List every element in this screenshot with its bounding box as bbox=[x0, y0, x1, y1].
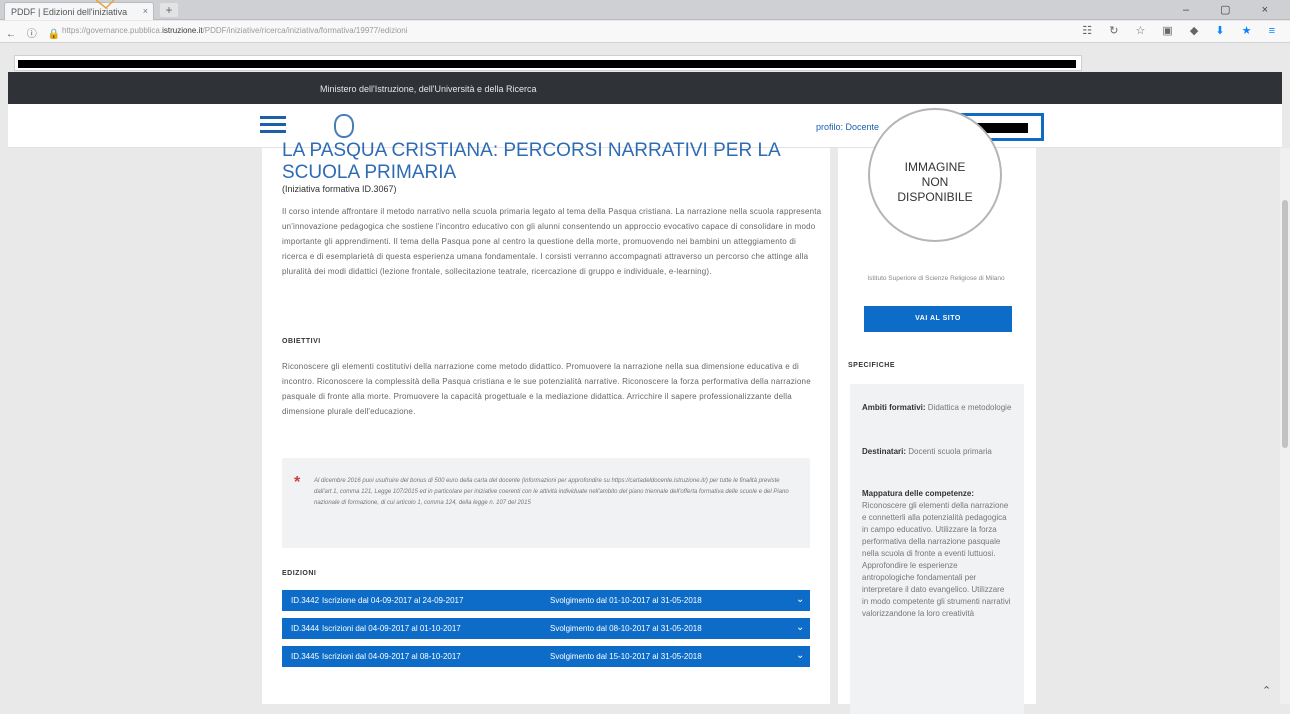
toolbar-icons-accent[interactable]: ⬇ ★ ≡ bbox=[1215, 25, 1282, 37]
spec-value: Didattica e metodologie bbox=[927, 403, 1012, 412]
ministry-header: Ministero dell'Istruzione, dell'Universi… bbox=[8, 72, 1282, 104]
window-controls[interactable]: – ▢ × bbox=[1183, 3, 1282, 16]
sidebar: IMMAGINE NON DISPONIBILE Istituto Superi… bbox=[838, 108, 1036, 714]
image-placeholder-line: NON bbox=[921, 175, 949, 189]
edition-row[interactable]: ID.3444 Iscrizioni dal 04-09-2017 al 01-… bbox=[282, 618, 810, 639]
institute-name: Istituto Superiore di Scienze Religiose … bbox=[867, 275, 1005, 282]
editions-heading: EDIZIONI bbox=[282, 570, 317, 577]
redaction-block bbox=[18, 60, 1076, 68]
edition-row[interactable]: ID.3445 Iscrizioni dal 04-09-2017 al 08-… bbox=[282, 646, 810, 667]
bonus-note-text: Al dicembre 2016 puoi usufruire del bonu… bbox=[314, 478, 789, 506]
edition-registration: Iscrizioni dal 04-09-2017 al 01-10-2017 bbox=[322, 624, 461, 633]
spec-label: Mappatura delle competenze: bbox=[862, 489, 975, 498]
objectives-heading: OBIETTIVI bbox=[282, 338, 321, 345]
edition-id: ID.3442 bbox=[291, 596, 320, 605]
spec-label: Ambiti formativi: bbox=[862, 403, 926, 412]
spec-value: Docenti scuola primaria bbox=[908, 447, 992, 456]
browser-tab[interactable]: PDDF | Edizioni dell'iniziativa × bbox=[4, 2, 154, 20]
toolbar-icons[interactable]: ☷ ↻ ☆ ▣ ◆ bbox=[1082, 25, 1205, 37]
chevron-down-icon[interactable]: ⌄ bbox=[796, 594, 804, 605]
edition-id: ID.3445 bbox=[291, 652, 320, 661]
redacted-bar bbox=[14, 55, 1082, 71]
back-to-top-icon[interactable]: ⌃ bbox=[1262, 684, 1271, 697]
spec-value: Riconoscere gli elementi della narrazion… bbox=[862, 501, 1011, 618]
new-tab-button[interactable]: + bbox=[160, 3, 178, 17]
chevron-down-icon[interactable]: ⌄ bbox=[796, 650, 804, 661]
course-content: LA PASQUA CRISTIANA: PERCORSI NARRATIVI … bbox=[262, 140, 830, 704]
edition-registration: Iscrizioni dal 04-09-2017 al 08-10-2017 bbox=[322, 652, 461, 661]
image-placeholder-line: IMMAGINE bbox=[904, 160, 966, 174]
profile-label[interactable]: profilo: Docente bbox=[816, 122, 879, 132]
chevron-down-icon[interactable]: ⌄ bbox=[796, 622, 804, 633]
browser-tab-bar: PDDF | Edizioni dell'iniziativa × + – ▢ … bbox=[0, 0, 1290, 20]
pointer-annotation-icon bbox=[96, 0, 115, 10]
edition-schedule: Svolgimento dal 08-10-2017 al 31-05-2018 bbox=[550, 624, 702, 633]
edition-row[interactable]: ID.3442 Iscrizione dal 04-09-2017 al 24-… bbox=[282, 590, 810, 611]
url-prefix: https://governance.pubblica. bbox=[62, 26, 163, 35]
address-bar[interactable]: https://governance.pubblica.istruzione.i… bbox=[62, 26, 408, 35]
nav-buttons[interactable]: ← ⓘ 🔒 bbox=[6, 25, 64, 40]
specs-heading: SPECIFICHE bbox=[848, 362, 896, 369]
edition-schedule: Svolgimento dal 15-10-2017 al 31-05-2018 bbox=[550, 652, 702, 661]
spec-destinatari: Destinatari: Docenti scuola primaria bbox=[862, 446, 1012, 458]
browser-toolbar-icons[interactable]: ☷ ↻ ☆ ▣ ◆ ⬇ ★ ≡ bbox=[1082, 24, 1282, 37]
bonus-note: * Al dicembre 2016 puoi usufruire del bo… bbox=[282, 458, 810, 548]
republic-emblem-icon[interactable] bbox=[334, 114, 354, 138]
spec-mappatura: Mappatura delle competenze: Riconoscere … bbox=[862, 488, 1012, 620]
asterisk-icon: * bbox=[294, 474, 301, 491]
page-gutter bbox=[8, 148, 262, 704]
spec-ambiti: Ambiti formativi: Didattica e metodologi… bbox=[862, 402, 1012, 414]
browser-nav-bar: ← ⓘ 🔒 https://governance.pubblica.istruz… bbox=[0, 21, 1290, 43]
url-suffix: /PDDF/iniziative/ricerca/iniziativa/form… bbox=[202, 26, 408, 35]
page-title: LA PASQUA CRISTIANA: PERCORSI NARRATIVI … bbox=[282, 140, 780, 183]
course-description: Il corso intende affrontare il metodo na… bbox=[282, 207, 822, 276]
tab-close-icon[interactable]: × bbox=[143, 6, 148, 16]
visit-site-button[interactable]: VAI AL SITO bbox=[864, 306, 1012, 332]
objectives-text: Riconoscere gli elementi costitutivi del… bbox=[282, 362, 811, 416]
edition-registration: Iscrizione dal 04-09-2017 al 24-09-2017 bbox=[322, 596, 464, 605]
image-placeholder: IMMAGINE NON DISPONIBILE bbox=[868, 108, 1002, 242]
initiative-id: (Iniziativa formativa ID.3067) bbox=[282, 184, 397, 194]
ministry-name: Ministero dell'Istruzione, dell'Universi… bbox=[320, 84, 537, 94]
url-domain: istruzione.it bbox=[162, 26, 203, 35]
hamburger-menu-icon[interactable] bbox=[260, 116, 286, 134]
edition-id: ID.3444 bbox=[291, 624, 320, 633]
scrollbar-thumb[interactable] bbox=[1282, 200, 1288, 448]
edition-schedule: Svolgimento dal 01-10-2017 al 31-05-2018 bbox=[550, 596, 702, 605]
spec-label: Destinatari: bbox=[862, 447, 907, 456]
image-placeholder-line: DISPONIBILE bbox=[897, 190, 973, 204]
specs-panel: Ambiti formativi: Didattica e metodologi… bbox=[850, 384, 1024, 714]
